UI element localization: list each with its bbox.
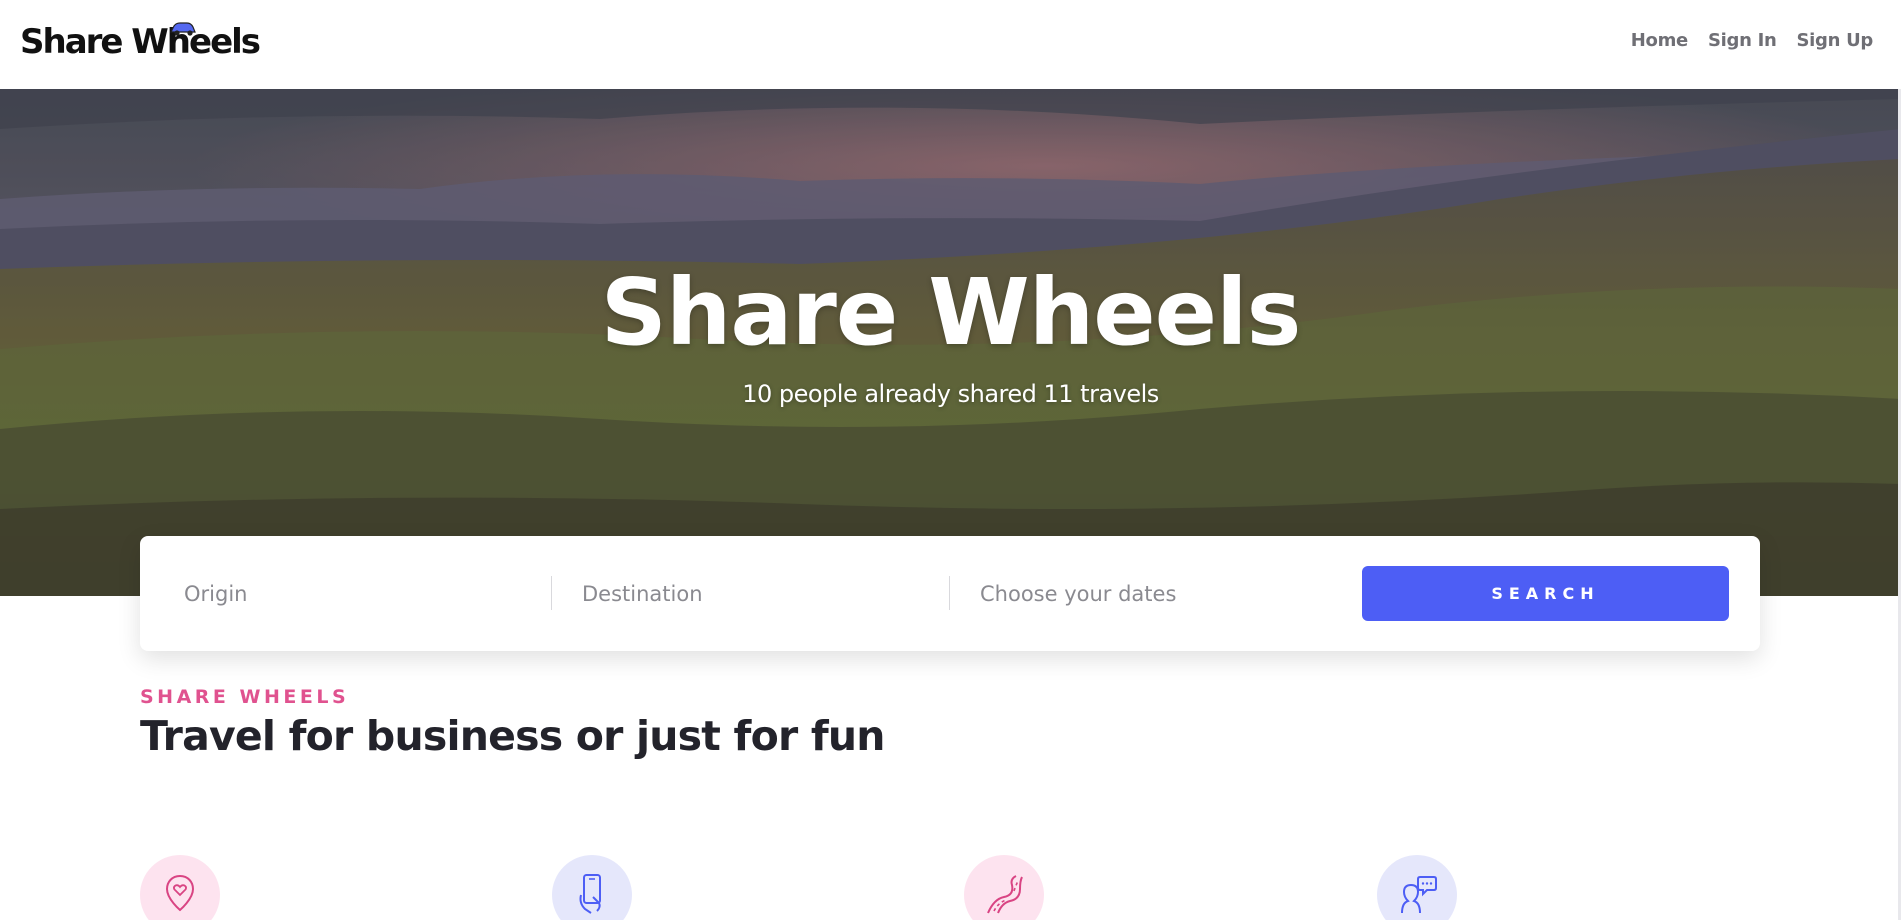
phone-hand-icon <box>579 874 601 914</box>
section-title: Travel for business or just for fun <box>140 712 885 760</box>
feature-location-icon-badge <box>140 855 220 920</box>
person-chat-icon <box>1401 876 1437 914</box>
nav-link-sign-up[interactable]: Sign Up <box>1796 30 1873 51</box>
road-icon <box>987 875 1023 914</box>
hero-subtitle: 10 people already shared 11 travels <box>742 380 1159 408</box>
feature-booking-icon-badge <box>552 855 632 920</box>
nav-link-home[interactable]: Home <box>1631 30 1689 51</box>
top-navbar: Share Wheels Home Sign In Sign Up <box>0 0 1901 89</box>
page: Share Wheels Home Sign In Sign Up Share … <box>0 0 1901 920</box>
field-divider <box>949 576 950 610</box>
hero-section: Share Wheels 10 people already shared 11… <box>0 89 1901 596</box>
origin-input[interactable] <box>184 566 534 621</box>
brand-logo-text: Share Wheels <box>20 22 261 62</box>
feature-route-icon-badge <box>964 855 1044 920</box>
destination-input[interactable] <box>582 566 932 621</box>
nav-link-sign-in[interactable]: Sign In <box>1708 30 1777 51</box>
feature-community-icon-badge <box>1377 855 1457 920</box>
car-icon <box>170 22 196 36</box>
main-nav: Home Sign In Sign Up <box>1631 30 1874 51</box>
field-divider <box>551 576 552 610</box>
location-heart-icon <box>165 874 195 912</box>
hero-title: Share Wheels <box>600 259 1302 366</box>
brand-logo[interactable]: Share Wheels <box>20 22 261 62</box>
search-button[interactable]: SEARCH <box>1362 566 1729 621</box>
section-kicker: SHARE WHEELS <box>140 686 350 708</box>
search-form: SEARCH <box>140 536 1760 651</box>
dates-input[interactable] <box>980 566 1330 621</box>
